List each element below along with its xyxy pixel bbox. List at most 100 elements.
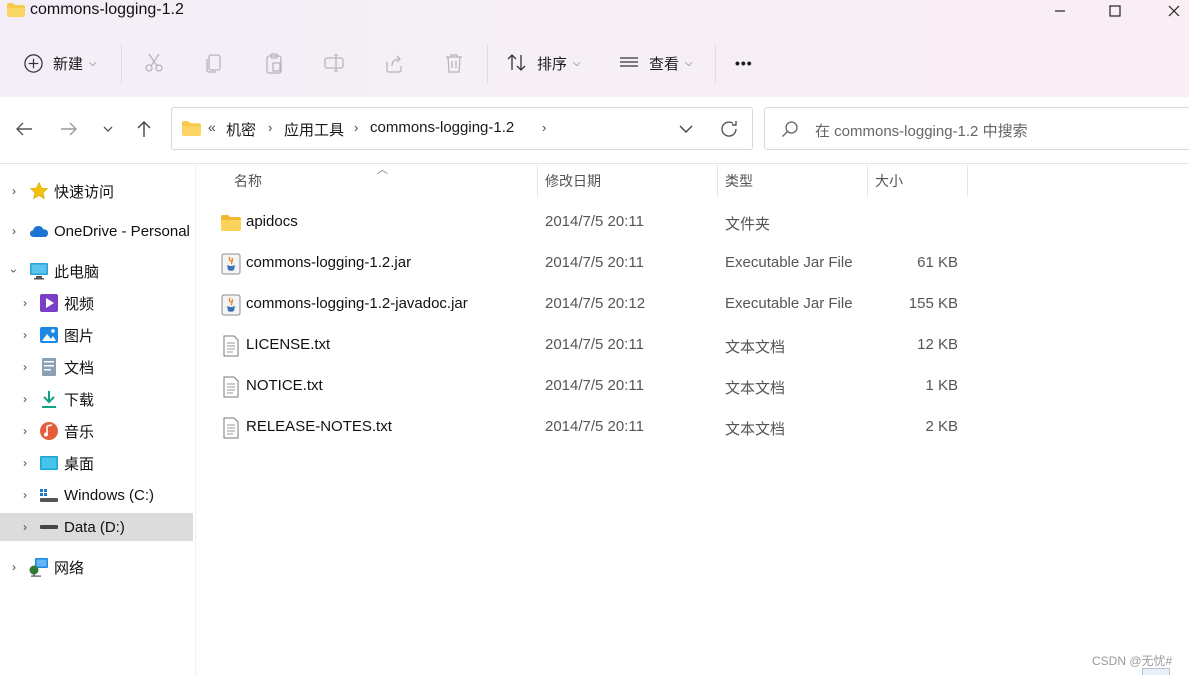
chevron-down-icon[interactable]: › (7, 265, 21, 277)
view-button[interactable]: 查看 ⌵ (618, 48, 693, 78)
breadcrumb-separator: › (354, 120, 359, 135)
sidebar-item-this-pc[interactable]: › 此电脑 (0, 257, 193, 285)
sidebar-item-quick-access[interactable]: › 快速访问 (0, 177, 193, 205)
plus-circle-icon (24, 53, 43, 73)
address-bar[interactable]: « 机密 › 应用工具 › commons-logging-1.2 › (171, 107, 753, 150)
minimize-icon (1055, 10, 1065, 12)
breadcrumb-item[interactable]: commons-logging-1.2 (370, 119, 514, 136)
breadcrumb-item[interactable]: 应用工具 (284, 119, 344, 140)
column-divider[interactable] (967, 165, 968, 197)
chevron-right-icon[interactable]: › (19, 456, 31, 470)
sidebar-item-onedrive[interactable]: › OneDrive - Personal (0, 217, 193, 245)
file-type: 文本文档 (725, 339, 786, 356)
chevron-down-icon[interactable] (676, 119, 696, 139)
file-row[interactable]: apidocs 2014/7/5 20:11 文件夹 (196, 203, 976, 243)
refresh-icon[interactable] (718, 118, 740, 140)
chevron-right-icon[interactable]: › (19, 296, 31, 310)
file-size: 1 KB (925, 377, 958, 394)
video-icon (40, 294, 58, 312)
file-row[interactable]: commons-logging-1.2-javadoc.jar 2014/7/5… (196, 285, 976, 325)
drive-d-icon (40, 525, 58, 529)
column-header-type[interactable]: 类型 (725, 165, 865, 197)
toolbar-divider (487, 44, 488, 84)
file-row[interactable]: RELEASE-NOTES.txt 2014/7/5 20:11 文本文档 2 … (196, 408, 976, 448)
jar-icon (221, 294, 241, 316)
download-icon (42, 391, 56, 408)
file-list: ︿ 名称 修改日期 类型 大小 apidocs 2014/7/5 20:11 文… (196, 164, 1189, 675)
sidebar-item-downloads[interactable]: › 下载 (0, 385, 193, 413)
file-name: LICENSE.txt (246, 336, 331, 353)
sidebar-item-desktop[interactable]: › 桌面 (0, 449, 193, 477)
chevron-right-icon[interactable]: › (19, 424, 31, 438)
breadcrumb-overflow[interactable]: « (208, 119, 216, 135)
sidebar-item-music[interactable]: › 音乐 (0, 417, 193, 445)
share-button[interactable] (383, 48, 405, 78)
sidebar-item-drive-d[interactable]: › Data (D:) (0, 513, 193, 541)
chevron-right-icon[interactable]: › (19, 360, 31, 374)
chevron-right-icon[interactable]: › (19, 328, 31, 342)
sidebar-item-drive-c[interactable]: › Windows (C:) (0, 481, 193, 509)
maximize-button[interactable] (1095, 0, 1135, 22)
chevron-right-icon[interactable]: › (19, 488, 31, 502)
desktop-icon (40, 456, 58, 470)
file-type: Executable Jar File (725, 295, 853, 312)
new-button[interactable]: 新建 ⌵ (23, 48, 97, 78)
text-file-icon (223, 376, 239, 398)
sidebar-item-pictures[interactable]: › 图片 (0, 321, 193, 349)
window-title: commons-logging-1.2 (30, 1, 184, 18)
file-row[interactable]: LICENSE.txt 2014/7/5 20:11 文本文档 12 KB (196, 326, 976, 366)
column-header-name[interactable]: 名称 (234, 165, 537, 197)
chevron-right-icon[interactable]: › (19, 520, 31, 534)
copy-button[interactable] (203, 48, 225, 78)
paste-button[interactable] (263, 48, 285, 78)
breadcrumb-item[interactable]: 机密 (226, 119, 256, 140)
column-header-date[interactable]: 修改日期 (545, 165, 715, 197)
column-header-size[interactable]: 大小 (875, 165, 965, 197)
text-file-icon (223, 335, 239, 357)
close-button[interactable] (1154, 0, 1189, 22)
cut-button[interactable] (143, 48, 165, 78)
file-name: NOTICE.txt (246, 377, 323, 394)
sidebar-item-videos[interactable]: › 视频 (0, 289, 193, 317)
search-input[interactable]: 在 commons-logging-1.2 中搜索 (764, 107, 1189, 150)
sort-icon (507, 54, 526, 71)
file-date: 2014/7/5 20:11 (545, 254, 644, 271)
forward-button[interactable] (56, 116, 82, 142)
file-row[interactable]: commons-logging-1.2.jar 2014/7/5 20:11 E… (196, 244, 976, 284)
view-toggle[interactable] (1142, 668, 1170, 675)
minimize-button[interactable] (1040, 0, 1080, 22)
recent-locations-button[interactable] (95, 116, 121, 142)
column-divider[interactable] (867, 165, 868, 197)
search-icon (782, 121, 798, 137)
sort-button[interactable]: 排序 ⌵ (506, 48, 581, 78)
file-size: 61 KB (917, 254, 958, 271)
up-button[interactable] (131, 116, 157, 142)
chevron-right-icon[interactable]: › (8, 184, 20, 198)
chevron-right-icon[interactable]: › (8, 560, 20, 574)
sidebar-item-network[interactable]: › 网络 (0, 553, 193, 581)
copy-icon (206, 54, 221, 73)
file-row[interactable]: NOTICE.txt 2014/7/5 20:11 文本文档 1 KB (196, 367, 976, 407)
folder-icon (182, 121, 201, 136)
delete-button[interactable] (443, 48, 465, 78)
file-name: commons-logging-1.2-javadoc.jar (246, 295, 468, 312)
more-options-button[interactable]: ••• (735, 48, 753, 78)
rename-button[interactable] (323, 48, 345, 78)
file-type: 文本文档 (725, 380, 786, 397)
file-type: 文本文档 (725, 421, 786, 438)
view-label: 查看 (649, 55, 680, 73)
drive-c-icon (40, 489, 58, 502)
chevron-right-icon[interactable]: › (19, 392, 31, 406)
sort-label: 排序 (537, 55, 568, 73)
chevron-right-icon[interactable]: › (8, 224, 20, 238)
title-toolbar-area: commons-logging-1.2 新建 ⌵ 排序 ⌵ 查看 ⌵ ••• (0, 0, 1189, 97)
back-button[interactable] (11, 116, 37, 142)
sidebar-item-label: 桌面 (64, 455, 95, 473)
maximize-icon (1109, 5, 1121, 17)
toolbar-divider (121, 44, 122, 84)
sidebar-item-documents[interactable]: › 文档 (0, 353, 193, 381)
column-divider[interactable] (717, 165, 718, 197)
music-icon (40, 422, 58, 440)
column-divider[interactable] (537, 165, 538, 197)
sidebar-item-label: 快速访问 (54, 183, 115, 201)
